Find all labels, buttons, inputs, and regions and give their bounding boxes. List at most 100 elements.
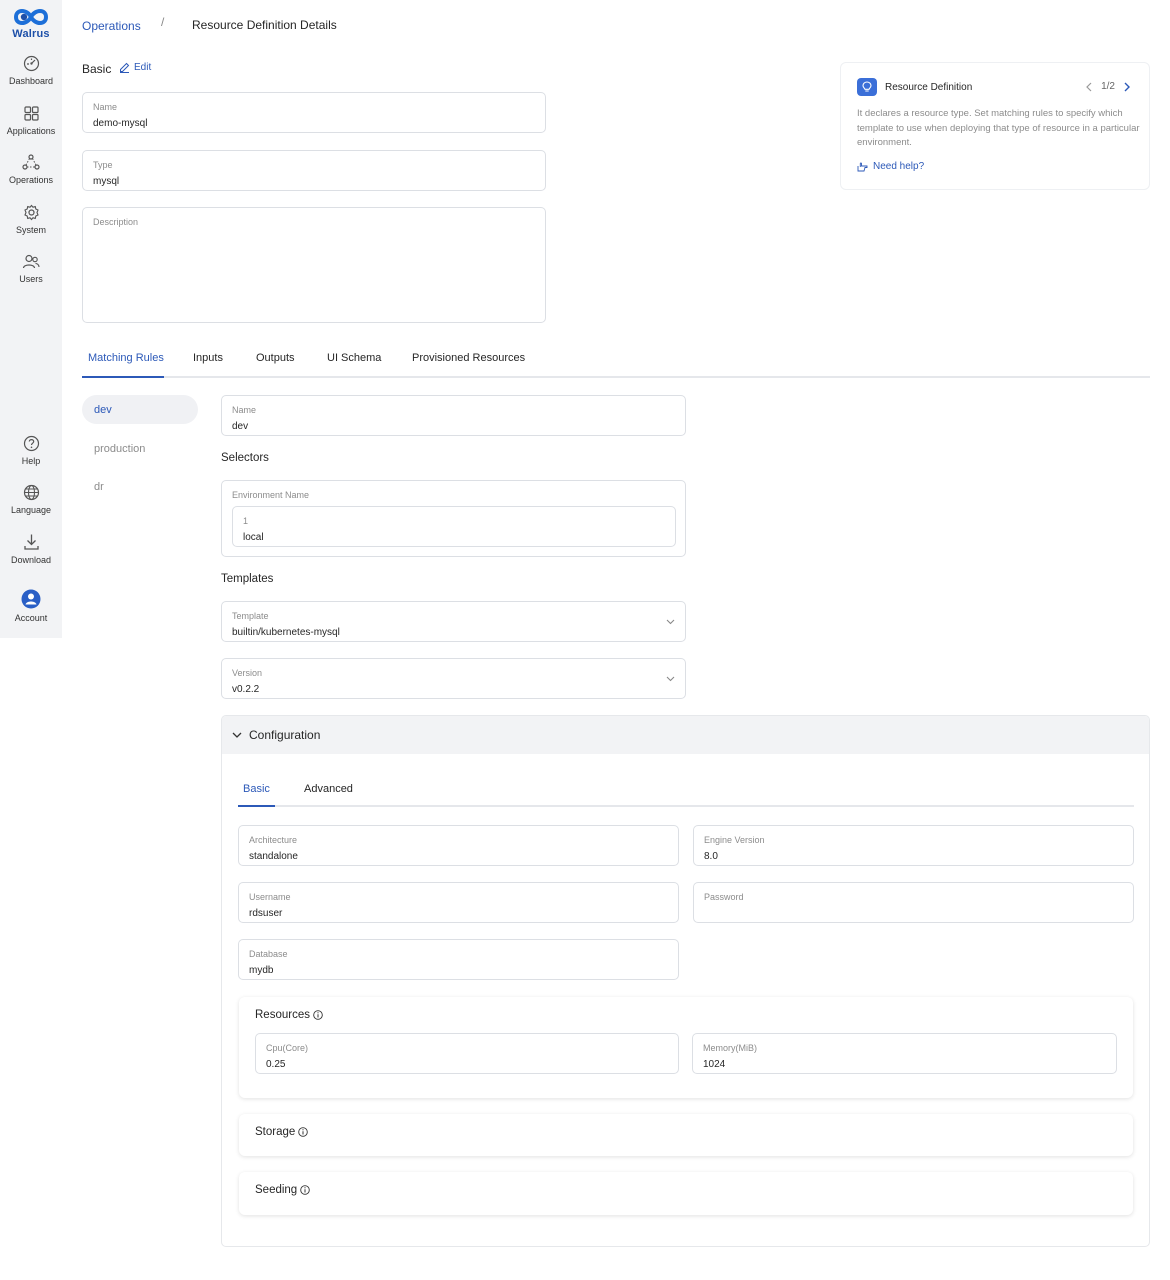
field-value: local: [243, 532, 264, 543]
account-icon: [21, 589, 41, 609]
sidebar-item-download[interactable]: Download: [0, 533, 62, 565]
description-field[interactable]: Description: [82, 207, 546, 323]
name-field[interactable]: Name demo-mysql: [82, 92, 546, 133]
field-value: builtin/kubernetes-mysql: [232, 627, 340, 638]
selectors-heading: Selectors: [221, 452, 269, 464]
engine-version-field[interactable]: Engine Version 8.0: [693, 825, 1134, 866]
username-field[interactable]: Username rdsuser: [238, 882, 679, 923]
rule-item-production[interactable]: production: [82, 434, 198, 463]
field-label: Password: [704, 892, 744, 902]
chevron-left-icon[interactable]: [1085, 82, 1093, 92]
info-icon[interactable]: [300, 1185, 310, 1195]
users-icon: [22, 254, 40, 269]
rule-item-dev[interactable]: dev: [82, 395, 198, 424]
pointing-hand-icon: [857, 162, 868, 171]
field-value: 0.25: [266, 1059, 286, 1070]
sidebar-item-users[interactable]: Users: [0, 253, 62, 284]
tab-inputs[interactable]: Inputs: [193, 352, 223, 364]
walrus-logo[interactable]: Walrus: [0, 6, 62, 40]
configuration-header[interactable]: Configuration: [222, 716, 1149, 754]
download-icon: [23, 534, 39, 550]
field-value: rdsuser: [249, 908, 283, 919]
database-field[interactable]: Database mydb: [238, 939, 679, 980]
rule-name-field[interactable]: Name dev: [221, 395, 686, 436]
sidebar-item-language[interactable]: Language: [0, 484, 62, 515]
field-label: Version: [232, 668, 263, 678]
seeding-group[interactable]: Seeding: [239, 1172, 1133, 1215]
tab-ui-schema[interactable]: UI Schema: [327, 352, 381, 364]
sidebar-item-label: Account: [14, 613, 48, 623]
sidebar-item-account[interactable]: Account: [0, 589, 62, 623]
resources-title: Resources: [255, 1009, 323, 1021]
field-label: Template: [232, 611, 269, 621]
edit-icon: [120, 62, 130, 73]
chevron-down-icon: [232, 732, 242, 738]
tab-basic[interactable]: Basic: [243, 783, 270, 795]
info-icon[interactable]: [313, 1010, 323, 1020]
chevron-right-icon[interactable]: [1123, 82, 1131, 92]
basic-section-title: Basic: [82, 62, 112, 76]
tip-body: It declares a resource type. Set matchin…: [857, 108, 1140, 148]
field-label: Database: [249, 949, 288, 959]
detail-tabs: Matching Rules Inputs Outputs UI Schema …: [82, 340, 1150, 378]
need-help-link[interactable]: Need help?: [857, 161, 924, 172]
tab-outputs[interactable]: Outputs: [256, 352, 295, 364]
architecture-field[interactable]: Architecture standalone: [238, 825, 679, 866]
field-label: Memory(MiB): [703, 1043, 757, 1053]
sidebar-item-label: Help: [21, 456, 41, 466]
storage-label: Storage: [255, 1126, 296, 1138]
password-field[interactable]: Password: [693, 882, 1134, 923]
version-select[interactable]: Version v0.2.2: [221, 658, 686, 699]
storage-group[interactable]: Storage: [239, 1114, 1133, 1156]
seeding-title: Seeding: [255, 1184, 310, 1196]
field-value: 1024: [703, 1059, 726, 1070]
template-select[interactable]: Template builtin/kubernetes-mysql: [221, 601, 686, 642]
seeding-label: Seeding: [255, 1184, 298, 1196]
field-label: Engine Version: [704, 835, 765, 845]
field-label: Type: [93, 160, 113, 170]
sidebar-item-dashboard[interactable]: Dashboard: [0, 55, 62, 86]
active-subtab-indicator: [238, 805, 275, 807]
tip-page-indicator: 1/2: [1101, 81, 1115, 92]
edit-label: Edit: [134, 62, 152, 73]
sidebar-item-label: Users: [19, 274, 43, 284]
tab-provisioned-resources[interactable]: Provisioned Resources: [412, 352, 525, 364]
globe-icon: [23, 484, 39, 501]
grid-icon: [23, 106, 39, 121]
sidebar-item-label: Dashboard: [8, 76, 54, 86]
active-tab-indicator: [82, 376, 164, 378]
chevron-down-icon: [666, 676, 675, 682]
field-value: dev: [232, 421, 249, 432]
sidebar-item-applications[interactable]: Applications: [0, 105, 62, 136]
breadcrumb-separator: /: [161, 15, 165, 29]
edit-button[interactable]: Edit: [119, 62, 151, 73]
dashboard-icon: [23, 55, 39, 72]
cpu-field[interactable]: Cpu(Core) 0.25: [255, 1033, 679, 1074]
field-value: mysql: [93, 176, 120, 187]
sidebar-item-help[interactable]: Help: [0, 435, 62, 466]
storage-title: Storage: [255, 1126, 309, 1138]
field-label: Name: [93, 102, 118, 112]
sidebar-item-operations[interactable]: Operations: [0, 154, 62, 185]
field-label: Username: [249, 892, 291, 902]
field-value: demo-mysql: [93, 118, 148, 129]
logo-text: Walrus: [12, 28, 50, 40]
sidebar-item-label: Applications: [6, 126, 56, 136]
sidebar-item-label: Language: [10, 505, 52, 515]
chevron-down-icon: [666, 619, 675, 625]
info-icon[interactable]: [298, 1127, 309, 1137]
lightbulb-icon: [857, 78, 877, 96]
sidebar-item-system[interactable]: System: [0, 204, 62, 235]
rule-item-dr[interactable]: dr: [82, 472, 198, 501]
tab-advanced[interactable]: Advanced: [304, 783, 353, 795]
tip-pager: 1/2: [1085, 81, 1131, 92]
environment-name-input[interactable]: 1 local: [232, 506, 676, 547]
breadcrumb-operations-link[interactable]: Operations: [82, 19, 141, 33]
memory-field[interactable]: Memory(MiB) 1024: [692, 1033, 1117, 1074]
gear-icon: [23, 204, 39, 221]
tip-title: Resource Definition: [885, 82, 973, 93]
tab-matching-rules[interactable]: Matching Rules: [88, 352, 164, 364]
configuration-panel: Configuration Basic Advanced Architectur…: [221, 715, 1150, 1247]
help-icon: [23, 435, 39, 452]
type-field[interactable]: Type mysql: [82, 150, 546, 191]
